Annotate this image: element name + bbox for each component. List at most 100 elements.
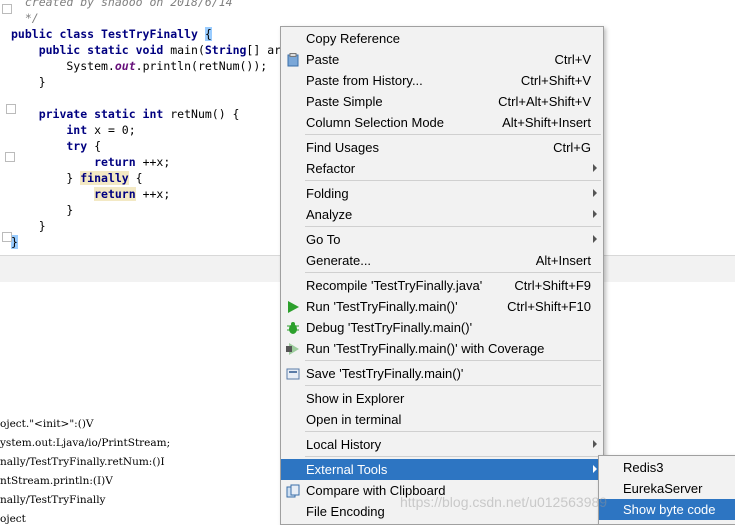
code-line[interactable]: System.out.println(retNum()); — [11, 58, 267, 74]
code-line[interactable]: public static void main(String[] ar — [11, 42, 281, 58]
menu-item-label: Go To — [306, 232, 341, 247]
code-line[interactable]: private static int retNum() { — [11, 106, 240, 122]
menu-item-run-with-coverage[interactable]: Run 'TestTryFinally.main()' with Coverag… — [281, 338, 603, 359]
menu-item-refactor[interactable]: Refactor — [281, 158, 603, 179]
menu-item-label: Refactor — [306, 161, 356, 176]
submenu-item-redis3[interactable]: Redis3 — [599, 457, 735, 478]
code-token: int — [11, 123, 95, 137]
fold-marker-icon[interactable] — [2, 232, 12, 242]
submenu-item-show-byte-code[interactable]: Show byte code — [599, 499, 735, 520]
code-line[interactable]: try { — [11, 138, 101, 154]
code-token: { — [128, 171, 143, 185]
menu-separator — [305, 431, 601, 432]
code-line[interactable]: } — [11, 74, 46, 90]
menu-item-shortcut: Alt+Shift+Insert — [502, 115, 591, 130]
submenu-item-label: EurekaServer — [623, 481, 703, 496]
console-line: nally/TestTryFinally — [0, 494, 106, 506]
menu-item-save[interactable]: Save 'TestTryFinally.main()' — [281, 363, 603, 384]
submenu-item-label: Redis3 — [623, 460, 664, 475]
code-token: } — [11, 171, 81, 185]
menu-item-label: File Encoding — [306, 504, 385, 519]
menu-separator — [305, 134, 601, 135]
clipboard-icon — [286, 52, 300, 67]
code-token: return — [94, 187, 136, 201]
menu-item-paste[interactable]: Paste Ctrl+V — [281, 49, 603, 70]
menu-item-column-selection-mode[interactable]: Column Selection Mode Alt+Shift+Insert — [281, 112, 603, 133]
external-tools-submenu: Redis3 EurekaServer Show byte code — [598, 455, 735, 525]
code-token: String — [204, 43, 247, 57]
menu-item-paste-simple[interactable]: Paste Simple Ctrl+Alt+Shift+V — [281, 91, 603, 112]
code-line[interactable]: } finally { — [11, 170, 143, 186]
code-line[interactable]: } — [11, 202, 73, 218]
code-token: retNum() { — [170, 107, 240, 121]
menu-item-shortcut: Ctrl+Shift+F9 — [514, 278, 591, 293]
menu-item-recompile[interactable]: Recompile 'TestTryFinally.java' Ctrl+Shif… — [281, 275, 603, 296]
menu-item-label: Analyze — [306, 207, 353, 222]
menu-item-label: Run 'TestTryFinally.main()' with Coverag… — [306, 341, 545, 356]
menu-separator — [305, 272, 601, 273]
code-line[interactable]: return ++x; — [11, 154, 170, 170]
menu-item-external-tools[interactable]: External Tools — [281, 459, 603, 480]
console-line: ystem.out:Ljava/io/PrintStream; — [0, 437, 171, 449]
fold-marker-icon[interactable] — [2, 4, 12, 14]
console-line: nally/TestTryFinally.retNum:()I — [0, 456, 165, 468]
code-line[interactable]: public class TestTryFinally { — [11, 26, 212, 42]
fold-marker-icon[interactable] — [6, 104, 16, 114]
chevron-right-icon — [593, 440, 597, 448]
fold-marker-icon[interactable] — [5, 152, 15, 162]
submenu-item-label: Show byte code — [623, 502, 716, 517]
code-line[interactable]: } — [11, 218, 46, 234]
submenu-item-eurekaserver[interactable]: EurekaServer — [599, 478, 735, 499]
code-token: main( — [170, 43, 205, 57]
menu-item-folding[interactable]: Folding — [281, 183, 603, 204]
code-token: { — [204, 27, 212, 41]
menu-item-open-in-terminal[interactable]: Open in terminal — [281, 409, 603, 430]
code-token: [] ar — [246, 43, 282, 57]
menu-item-debug[interactable]: Debug 'TestTryFinally.main()' — [281, 317, 603, 338]
menu-separator — [305, 456, 601, 457]
code-line[interactable]: } — [11, 234, 18, 250]
menu-separator — [305, 385, 601, 386]
code-token: finally — [80, 171, 129, 185]
menu-item-copy-reference[interactable]: Copy Reference — [281, 28, 603, 49]
menu-item-generate[interactable]: Generate... Alt+Insert — [281, 250, 603, 271]
menu-item-shortcut: Ctrl+Shift+F10 — [507, 299, 591, 314]
menu-item-shortcut: Alt+Insert — [535, 253, 591, 268]
code-line[interactable]: */ — [11, 10, 39, 26]
menu-item-label: Paste Simple — [306, 94, 383, 109]
code-token: TestTryFinally — [101, 27, 205, 41]
menu-item-analyze[interactable]: Analyze — [281, 204, 603, 225]
code-token: x = 0; — [94, 123, 136, 137]
debug-icon — [286, 320, 300, 334]
code-token: ++x; — [142, 155, 171, 169]
code-token: created by shaooo on 2018/6/14 — [11, 0, 233, 9]
menu-item-label: Open in terminal — [306, 412, 402, 427]
menu-item-label: Local History — [306, 437, 382, 452]
code-line[interactable]: return ++x; — [11, 186, 170, 202]
menu-item-paste-from-history[interactable]: Paste from History... Ctrl+Shift+V — [281, 70, 603, 91]
menu-item-shortcut: Ctrl+Shift+V — [520, 73, 591, 88]
menu-item-local-history[interactable]: Local History — [281, 434, 603, 455]
code-line[interactable]: created by shaooo on 2018/6/14 — [11, 0, 233, 10]
menu-item-label: Debug 'TestTryFinally.main()' — [306, 320, 473, 335]
code-token: */ — [11, 11, 39, 25]
menu-item-shortcut: Ctrl+Alt+Shift+V — [498, 94, 591, 109]
menu-item-shortcut: Ctrl+G — [553, 140, 591, 155]
menu-separator — [305, 360, 601, 361]
menu-separator — [305, 180, 601, 181]
menu-item-label: Copy Reference — [306, 31, 400, 46]
menu-item-find-usages[interactable]: Find Usages Ctrl+G — [281, 137, 603, 158]
code-token: } — [11, 75, 46, 89]
code-token: try — [11, 139, 95, 153]
menu-item-label: Paste — [306, 52, 340, 67]
menu-item-label: Paste from History... — [306, 73, 423, 88]
code-token: public class — [11, 27, 102, 41]
chevron-right-icon — [593, 210, 597, 218]
menu-item-run[interactable]: Run 'TestTryFinally.main()' Ctrl+Shift+F1… — [281, 296, 603, 317]
menu-item-show-in-explorer[interactable]: Show in Explorer — [281, 388, 603, 409]
code-line[interactable]: int x = 0; — [11, 122, 136, 138]
menu-item-label: Generate... — [306, 253, 372, 268]
menu-item-shortcut: Ctrl+V — [554, 52, 591, 67]
menu-item-go-to[interactable]: Go To — [281, 229, 603, 250]
